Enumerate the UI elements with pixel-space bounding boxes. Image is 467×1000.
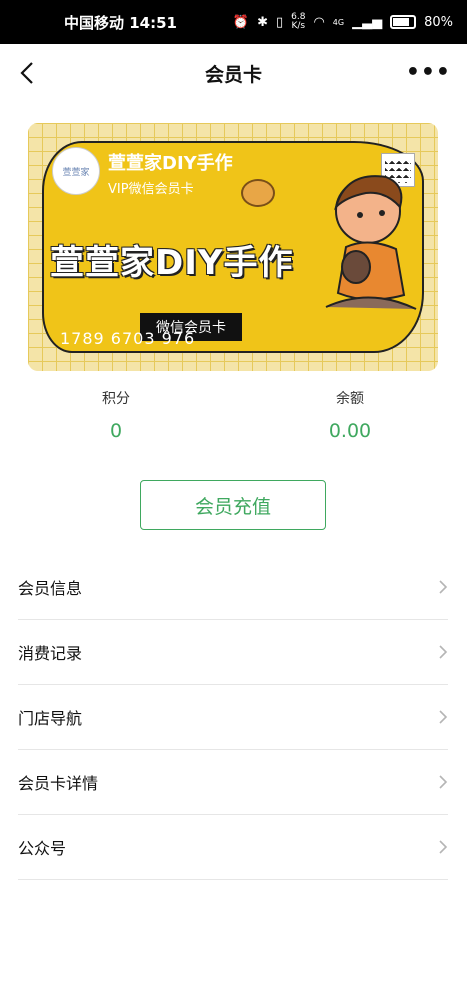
boy-illustration: [325, 175, 417, 310]
alarm-icon: ⏰: [232, 14, 250, 30]
network-speed: 6.8 K/s: [291, 12, 306, 31]
menu-item-label: 消费记录: [18, 644, 83, 663]
balance-label: 余额: [336, 391, 364, 407]
signal-icon: ▁▃▅: [352, 14, 383, 30]
bluetooth-icon: ✱: [257, 14, 268, 30]
card-number: 1789 6703 976: [60, 329, 196, 348]
cookie-icon: [241, 179, 275, 207]
menu-item-label: 公众号: [18, 839, 67, 858]
card-big-title: 萱萱家DIY手作: [50, 243, 294, 283]
chevron-right-icon: [439, 775, 448, 789]
menu-item-consumption-records[interactable]: 消费记录: [18, 620, 448, 685]
menu-item-member-info[interactable]: 会员信息: [18, 555, 448, 620]
battery-icon: [390, 15, 417, 29]
status-bar: 中国移动 14:51 ⏰ ✱ ▯ 6.8 K/s ◠ 4G ▁▃▅ 80%: [0, 0, 467, 44]
chevron-right-icon: [439, 710, 448, 724]
points-label: 积分: [102, 391, 130, 407]
menu-item-label: 会员卡详情: [18, 774, 99, 793]
carrier-time: 中国移动 14:51: [64, 13, 177, 32]
menu-item-official-account[interactable]: 公众号: [18, 815, 448, 880]
wifi-icon: ◠: [313, 14, 325, 30]
points-value: 0: [109, 420, 123, 442]
recharge-button[interactable]: 会员充值: [140, 480, 326, 530]
chevron-right-icon: [439, 840, 448, 854]
points-stat[interactable]: 积分 0: [46, 388, 186, 442]
more-icon[interactable]: •••: [406, 60, 451, 85]
nav-bar: 会员卡 •••: [0, 44, 467, 102]
card-subtitle: VIP微信会员卡: [108, 182, 194, 197]
menu-item-label: 门店导航: [18, 709, 83, 728]
member-card[interactable]: 萱萱家 萱萱家DIY手作 VIP微信会员卡 萱萱家DIY手作 微信会员卡 178…: [28, 123, 438, 371]
menu-list: 会员信息 消费记录 门店导航 会员卡详情 公众号: [18, 555, 448, 880]
battery-percent: 80%: [424, 14, 453, 30]
menu-item-card-details[interactable]: 会员卡详情: [18, 750, 448, 815]
chevron-left-icon[interactable]: [14, 58, 44, 88]
network-type: 4G: [332, 17, 345, 27]
menu-item-label: 会员信息: [18, 579, 83, 598]
balance-stat[interactable]: 余额 0.00: [280, 388, 420, 442]
chevron-right-icon: [439, 580, 448, 594]
card-store-name: 萱萱家DIY手作: [108, 153, 233, 174]
vibrate-icon: ▯: [275, 14, 284, 30]
chevron-right-icon: [439, 645, 448, 659]
store-logo: 萱萱家: [52, 147, 100, 195]
stats-row: 积分 0 余额 0.00: [0, 388, 467, 448]
menu-item-store-navigation[interactable]: 门店导航: [18, 685, 448, 750]
status-icons: ⏰ ✱ ▯ 6.8 K/s ◠ 4G ▁▃▅ 80%: [233, 13, 453, 31]
page-title: 会员卡: [204, 63, 262, 86]
balance-value: 0.00: [328, 420, 372, 442]
